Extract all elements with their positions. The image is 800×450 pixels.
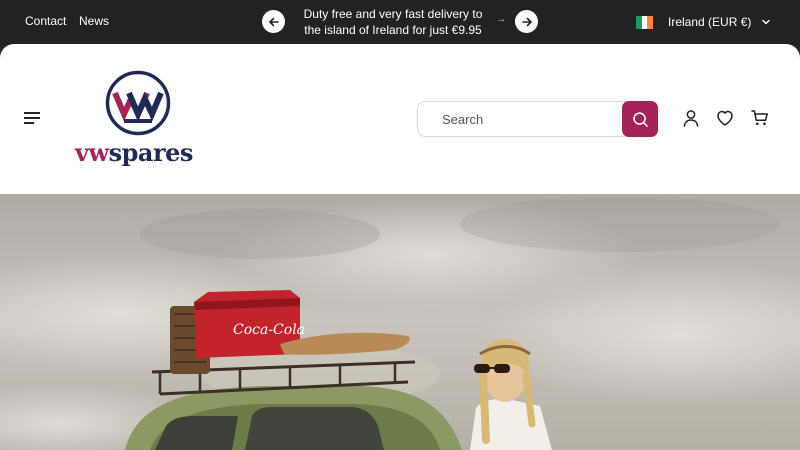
account-button[interactable] xyxy=(681,108,701,128)
flag-stripe-orange xyxy=(647,15,654,29)
contact-link[interactable]: Contact xyxy=(25,14,66,28)
account-icon xyxy=(683,110,699,127)
arrow-left-icon xyxy=(268,17,279,26)
hero-banner[interactable]: Coca-Cola xyxy=(0,194,800,450)
menu-icon xyxy=(24,112,40,114)
logo-wordmark-vw: vw xyxy=(75,138,109,167)
wishlist-button[interactable] xyxy=(715,108,735,128)
menu-button[interactable] xyxy=(24,110,42,124)
country-selector[interactable]: Ireland (EUR €) xyxy=(636,13,771,31)
ireland-flag-icon xyxy=(636,15,654,29)
search-icon xyxy=(632,111,648,127)
announcement-next-button[interactable] xyxy=(515,10,538,33)
chevron-down-icon xyxy=(762,19,771,25)
site-logo[interactable]: vwspares xyxy=(70,68,210,168)
heart-icon xyxy=(717,110,733,126)
arrow-right-icon xyxy=(521,17,532,26)
hero-image: Coca-Cola xyxy=(0,194,800,450)
cooler-brand-text: Coca-Cola xyxy=(233,322,305,338)
logo-wordmark-spares: spares xyxy=(108,138,194,167)
promo-arrow-glyph: → xyxy=(496,14,506,25)
news-link[interactable]: News xyxy=(79,14,109,28)
menu-icon-line xyxy=(24,122,34,124)
cart-icon xyxy=(751,110,768,126)
announcement-bar: Contact News Duty free and very fast del… xyxy=(0,0,800,44)
menu-icon-line xyxy=(24,117,40,119)
search-button[interactable] xyxy=(622,101,658,137)
promo-message: Duty free and very fast delivery to the … xyxy=(303,7,483,37)
logo-emblem-icon xyxy=(105,70,171,136)
cart-button[interactable] xyxy=(750,108,770,128)
announcement-prev-button[interactable] xyxy=(262,10,285,33)
country-selector-label: Ireland (EUR €) xyxy=(668,15,752,29)
search-bar xyxy=(417,101,658,137)
site-header: vwspares xyxy=(0,44,800,194)
search-input[interactable] xyxy=(432,102,622,136)
logo-wordmark: vwspares xyxy=(75,138,193,167)
